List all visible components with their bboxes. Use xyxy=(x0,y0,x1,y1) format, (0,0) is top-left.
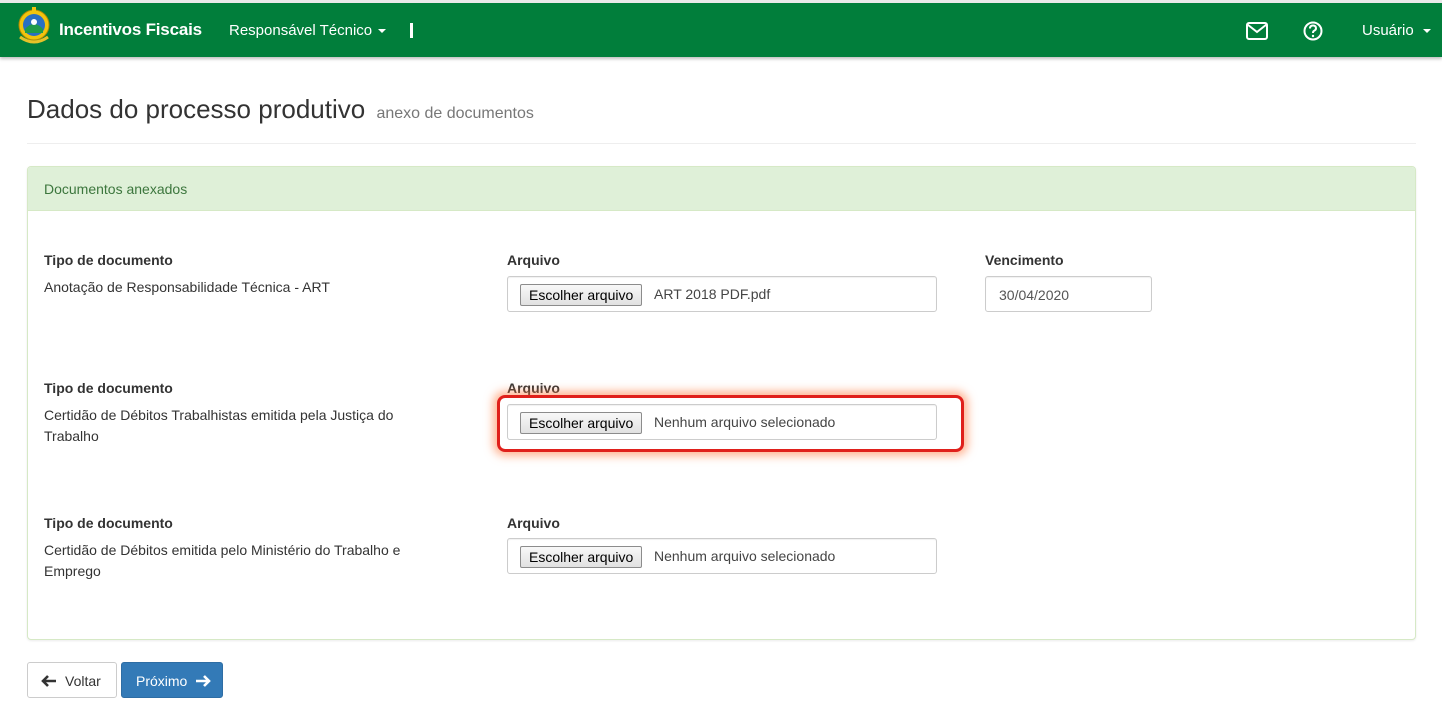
back-button-label: Voltar xyxy=(65,673,101,689)
file-label: Arquivo xyxy=(507,380,560,396)
choose-file-button[interactable]: Escolher arquivo xyxy=(520,546,643,568)
question-circle-icon[interactable] xyxy=(1302,20,1324,42)
next-button[interactable]: Próximo xyxy=(121,662,223,698)
page-subtitle: anexo de documentos xyxy=(376,105,534,122)
role-dropdown-label: Responsável Técnico xyxy=(229,22,373,39)
due-date-label: Vencimento xyxy=(985,252,1064,268)
user-dropdown[interactable]: Usuário xyxy=(1362,22,1431,39)
file-label: Arquivo xyxy=(507,252,560,268)
role-dropdown[interactable]: Responsável Técnico xyxy=(229,22,387,39)
selected-file-name: ART 2018 PDF.pdf xyxy=(654,286,771,302)
arrow-left-icon xyxy=(41,675,56,687)
choose-file-button[interactable]: Escolher arquivo xyxy=(520,412,643,434)
selected-file-name: Nenhum arquivo selecionado xyxy=(654,414,836,430)
doc-type-value: Certidão de Débitos emitida pelo Ministé… xyxy=(44,542,401,579)
caret-down-icon xyxy=(1422,29,1431,34)
doc-type-label: Tipo de documento xyxy=(44,515,173,531)
brand-title[interactable]: Incentivos Fiscais xyxy=(59,20,202,40)
page-title: Dados do processo produtivo anexo de doc… xyxy=(27,94,534,125)
back-button[interactable]: Voltar xyxy=(27,662,117,698)
envelope-icon[interactable] xyxy=(1245,20,1269,42)
doc-type-value: Certidão de Débitos Trabalhistas emitida… xyxy=(44,407,394,444)
file-input[interactable]: Escolher arquivo Nenhum arquivo selecion… xyxy=(507,538,937,574)
file-input[interactable]: Escolher arquivo ART 2018 PDF.pdf xyxy=(507,276,937,312)
panel-heading: Documentos anexados xyxy=(28,167,1415,211)
doc-type-value: Anotação de Responsabilidade Técnica - A… xyxy=(44,279,330,295)
due-date-input[interactable]: 30/04/2020 xyxy=(985,276,1152,312)
user-dropdown-label: Usuário xyxy=(1362,22,1414,39)
top-navbar: Incentivos Fiscais Responsável Técnico U… xyxy=(0,0,1442,57)
caret-down-icon xyxy=(378,29,387,34)
doc-type-label: Tipo de documento xyxy=(44,380,173,396)
file-label: Arquivo xyxy=(507,515,560,531)
page-title-text: Dados do processo produtivo xyxy=(27,94,366,124)
doc-type-label: Tipo de documento xyxy=(44,252,173,268)
coat-of-arms-logo[interactable] xyxy=(17,5,51,49)
choose-file-button[interactable]: Escolher arquivo xyxy=(520,284,643,306)
nav-separator xyxy=(410,23,413,38)
title-divider xyxy=(27,143,1416,144)
arrow-right-icon xyxy=(196,675,211,687)
next-button-label: Próximo xyxy=(136,673,188,689)
selected-file-name: Nenhum arquivo selecionado xyxy=(654,548,836,564)
file-input[interactable]: Escolher arquivo Nenhum arquivo selecion… xyxy=(507,404,937,440)
